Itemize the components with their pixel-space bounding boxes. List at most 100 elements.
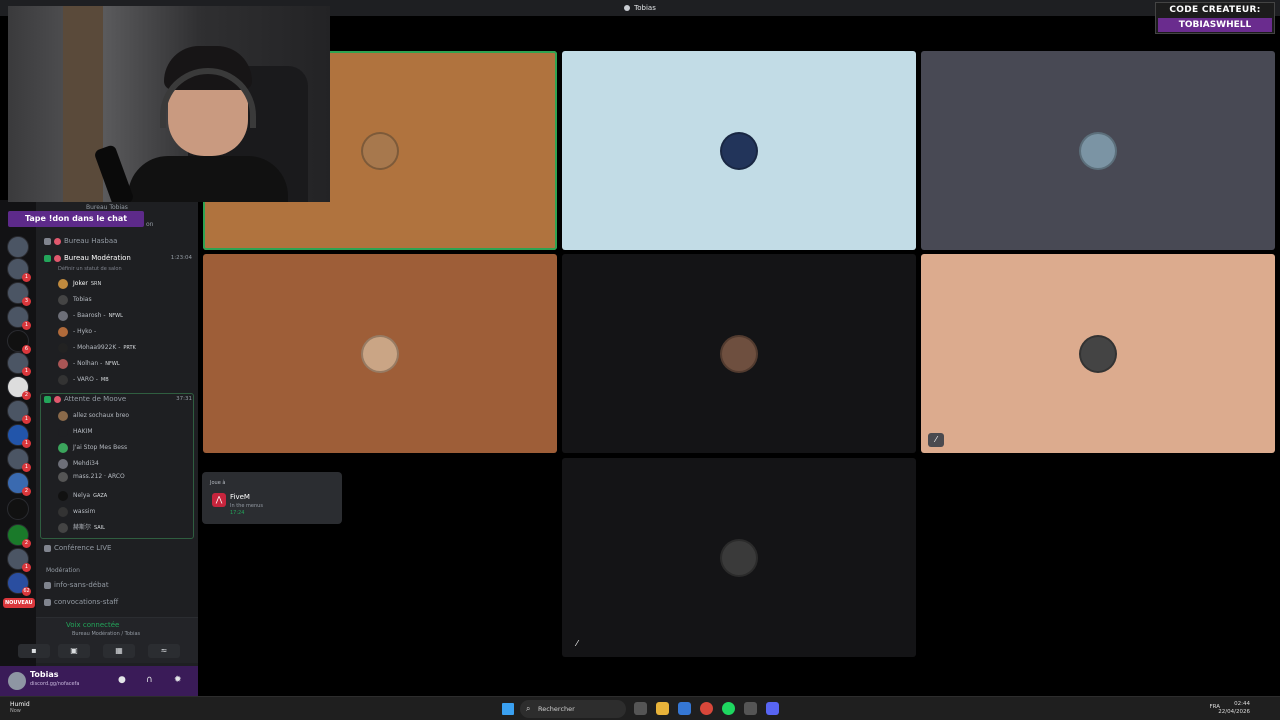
member-name: - Baarosh - (73, 312, 106, 319)
unread-badge: 2 (22, 391, 31, 400)
voice-member[interactable]: HAKIM (58, 425, 93, 438)
camera-button[interactable]: ▪ (18, 644, 50, 658)
member-name: allez sochaux breo (73, 412, 130, 419)
channel-bureau-hasbaa[interactable]: Bureau Hasbaa (44, 235, 117, 248)
server-icon[interactable]: 2 (7, 524, 31, 548)
speaker-icon (44, 254, 51, 262)
server-icon[interactable]: 1 (7, 352, 31, 376)
spotify-icon[interactable] (722, 702, 735, 715)
voice-member[interactable]: - Hyko - (58, 325, 96, 338)
server-icon[interactable]: 2 (7, 472, 31, 496)
unread-badge: 1 (22, 367, 31, 376)
unread-badge: 62 (22, 587, 31, 596)
app-icon[interactable] (678, 702, 691, 715)
channel-info-sans-debat[interactable]: info-sans-débat (44, 579, 109, 592)
server-icon[interactable] (7, 236, 29, 258)
avatar (1079, 334, 1117, 373)
voice-member[interactable]: Joker SRN (58, 277, 101, 290)
soundboard-button[interactable]: ≈ (148, 644, 180, 658)
member-name: - Hyko - (73, 328, 97, 335)
channel-convocations-staff[interactable]: convocations-staff (44, 596, 118, 609)
new-badge: NOUVEAU (3, 598, 35, 608)
participant-tile-2[interactable] (562, 51, 916, 250)
server-icon[interactable]: 1 (7, 258, 31, 282)
server-icon[interactable] (7, 498, 29, 520)
speaker-icon (44, 237, 51, 245)
participant-tile-5[interactable] (562, 254, 916, 453)
chrome-icon[interactable] (700, 702, 713, 715)
member-tag: SAIL (94, 525, 105, 531)
weather-widget[interactable]: Humid Now (10, 701, 30, 714)
avatar (58, 278, 68, 289)
server-icon[interactable]: 62 (7, 572, 31, 596)
server-icon[interactable]: 3 (7, 282, 31, 306)
windows-start-icon[interactable] (502, 703, 514, 715)
participant-tile-7[interactable]: ⁄ (562, 458, 916, 657)
server-icon[interactable]: 1 (7, 424, 31, 448)
participant-tile-4[interactable] (203, 254, 557, 453)
screen: Tobias ⁄ ⁄ Joue à ⋀ FiveM In the menus 1… (0, 0, 1280, 720)
member-tag: SRN (90, 281, 102, 287)
avatar (58, 490, 68, 501)
voice-member[interactable]: allez sochaux breo (58, 409, 129, 422)
channel-attente-de-moove[interactable]: Attente de Moove (44, 393, 126, 406)
participant-tile-3[interactable] (921, 51, 1275, 250)
server-icon[interactable]: 6 (7, 330, 31, 354)
channel-conference-live[interactable]: Conférence LIVE (44, 542, 111, 555)
voice-member[interactable]: Mehdi34 (58, 457, 99, 470)
avatar (58, 458, 68, 469)
member-name: - Nolhan - (73, 360, 103, 367)
channel-list: Bureau Tobias on Bureau Hasbaa Bureau Mo… (18, 200, 198, 666)
gear-icon[interactable]: ✹ (174, 675, 182, 685)
voice-location: Bureau Modération / Tobias (72, 631, 141, 637)
creator-code: TOBIASWHELL (1158, 18, 1272, 32)
app-icon[interactable] (744, 702, 757, 715)
voice-member[interactable]: - Nolhan - NFWL (58, 357, 120, 370)
creator-label: CODE CREATEUR: (1169, 5, 1261, 15)
avatar[interactable] (8, 672, 26, 690)
server-icon[interactable]: 1 (7, 448, 31, 472)
voice-member[interactable]: - Mohaa9922K - PRTK (58, 341, 136, 354)
clock[interactable]: 02:44 22/04/2026 (1218, 700, 1250, 716)
deafen-icon (54, 237, 61, 245)
screen-share-button[interactable]: ▣ (58, 644, 90, 658)
muted-mic-icon: ⁄ (576, 639, 578, 648)
avatar (58, 358, 68, 369)
deafen-icon (54, 254, 61, 262)
server-icon[interactable]: 2 (7, 376, 31, 400)
voice-member[interactable]: 赫斯尔 SAIL (58, 521, 105, 534)
user-name: Tobias (30, 670, 59, 679)
deafen-icon (54, 395, 61, 403)
member-tag: NFWL (108, 313, 123, 319)
channel-label: convocations-staff (54, 598, 119, 606)
participant-tile-6[interactable]: ⁄ (921, 254, 1275, 453)
voice-member[interactable]: mass.212 · ARCO (58, 470, 125, 483)
file-explorer-icon[interactable] (656, 702, 669, 715)
set-status-link[interactable]: Définir un statut de salon (58, 263, 122, 276)
activities-button[interactable]: ▦ (103, 644, 135, 658)
voice-member[interactable]: J'ai Stop Mes Bess (58, 441, 127, 454)
avatar (58, 522, 68, 533)
user-status: discord.gg/nofacefa (30, 681, 80, 687)
server-icon[interactable]: 1 (7, 400, 31, 424)
voice-member[interactable]: - Baarosh - NFWL (58, 309, 123, 322)
headphones-icon[interactable]: ∩ (146, 675, 153, 685)
server-icon[interactable]: 1 (7, 548, 31, 572)
mic-icon[interactable]: ● (118, 675, 126, 685)
member-name: mass.212 · ARCO (73, 473, 125, 480)
category-moderation[interactable]: Modération (46, 567, 80, 574)
voice-member[interactable]: Tobias (58, 293, 92, 306)
window-title: Tobias (634, 4, 656, 12)
voice-member[interactable]: Nelya GAZA (58, 489, 107, 502)
avatar (58, 326, 68, 337)
server-icon[interactable]: 1 (7, 306, 31, 330)
clock-time: 02:44 (1234, 701, 1250, 707)
unread-badge: 2 (22, 539, 31, 548)
search-box[interactable]: ⌕ Rechercher (520, 700, 626, 718)
activity-card[interactable]: Joue à ⋀ FiveM In the menus 17:24 (202, 472, 342, 524)
discord-icon[interactable] (766, 702, 779, 715)
channel-label: Attente de Moove (64, 395, 127, 403)
task-view-icon[interactable] (634, 702, 647, 715)
voice-member[interactable]: - VARO - MB (58, 373, 109, 386)
voice-member[interactable]: wassim (58, 505, 95, 518)
